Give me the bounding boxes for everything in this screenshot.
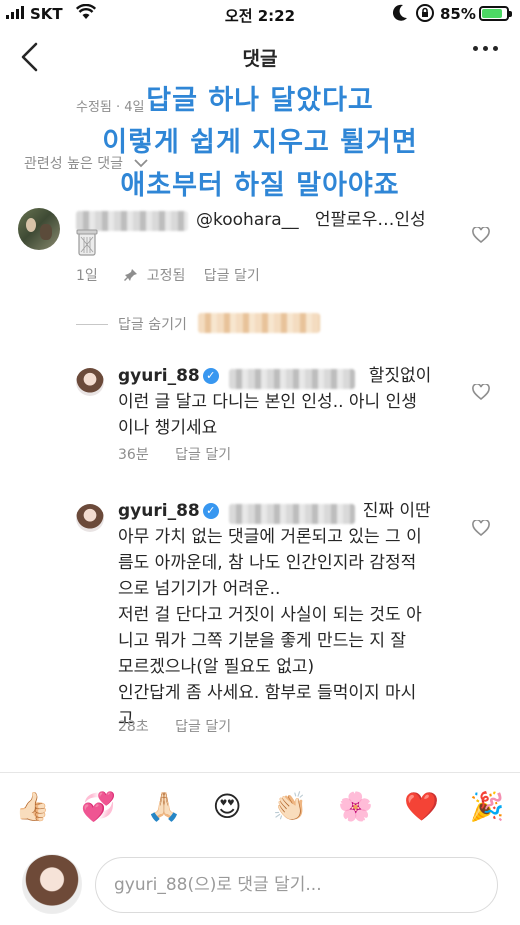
- party-popper-icon[interactable]: 🎉: [470, 790, 505, 823]
- reply-line: 으로 넘기기가 어려운..: [118, 579, 281, 599]
- avatar: [22, 854, 82, 914]
- overlay-caption-line-1: 답글 하나 달았다고: [146, 85, 374, 116]
- battery-fill: [482, 9, 502, 18]
- page-title: 댓글: [242, 48, 278, 70]
- comment-body: 언팔로우…인성: [314, 210, 426, 230]
- hide-replies-label: 답글 숨기기: [118, 317, 187, 333]
- reply-button[interactable]: 답글 달기: [175, 719, 231, 735]
- reply-line: 아무 가치 없는 댓글에 거론되고 있는 그 이: [118, 527, 422, 547]
- heart-icon[interactable]: [472, 520, 490, 536]
- moon-icon: [392, 4, 407, 21]
- overlay-caption-line-3: 애초부터 하질 말아야죠: [120, 170, 400, 201]
- redacted-text: [198, 313, 320, 333]
- battery-percent: 85%: [440, 5, 476, 23]
- mention-link[interactable]: @koohara__: [196, 210, 299, 230]
- comment-text: @koohara__ 언팔로우…인성: [196, 207, 426, 233]
- verified-badge-icon: ✓: [202, 503, 219, 519]
- reply-username[interactable]: gyuri_88: [118, 366, 200, 386]
- rotation-lock-icon: [416, 4, 434, 22]
- reply-line: 이런 글 달고 다니는 본인 인성.. 아니 인생: [118, 392, 417, 412]
- cherry-blossom-icon[interactable]: 🌸: [338, 790, 373, 823]
- reply-line: 진짜 이딴: [362, 501, 431, 521]
- redacted-username: [229, 369, 355, 389]
- hide-replies-button[interactable]: 답글 숨기기: [118, 314, 187, 334]
- heart-eyes-icon[interactable]: 😍: [213, 790, 242, 823]
- avatar[interactable]: [76, 504, 104, 532]
- avatar[interactable]: [18, 208, 60, 250]
- reply-line: 모르겠으나(알 필요도 없고): [118, 657, 315, 677]
- pinned-label: 고정됨: [146, 268, 186, 284]
- reply-meta: 36분 답글 달기: [118, 444, 231, 464]
- clapping-hands-icon[interactable]: 👏🏻: [273, 790, 308, 823]
- verified-badge-icon: ✓: [202, 368, 219, 384]
- reply-time: 28초: [118, 719, 149, 735]
- reply-text: gyuri_88 ✓ 진짜 이딴 아무 가치 없는 댓글에 거론되고 있는 그 이 …: [118, 498, 458, 732]
- reply-button[interactable]: 답글 달기: [204, 268, 260, 284]
- more-options-icon[interactable]: [473, 46, 498, 51]
- red-heart-icon[interactable]: ❤️: [404, 790, 439, 823]
- reply-line: 름도 아까운데, 참 나도 인간인지라 감정적: [118, 553, 417, 573]
- folded-hands-icon[interactable]: 🙏🏻: [147, 790, 182, 823]
- revolving-hearts-icon[interactable]: 💞: [81, 790, 116, 823]
- redacted-username: [229, 504, 355, 524]
- heart-icon[interactable]: [472, 384, 490, 400]
- hide-replies-line: [76, 324, 108, 325]
- comment-input[interactable]: [95, 857, 498, 913]
- comment-meta: 1일 고정됨 답글 달기: [76, 265, 260, 285]
- divider: [0, 772, 520, 773]
- pin-icon: [124, 269, 138, 281]
- reply-line: 이나 챙기세요: [118, 418, 218, 438]
- nav-header: 댓글: [0, 30, 520, 84]
- thumbs-up-icon[interactable]: 👍🏻: [15, 790, 50, 823]
- reply-line: 할짓없이: [368, 366, 432, 386]
- emoji-bar: 👍🏻 💞 🙏🏻 😍 👏🏻 🌸 ❤️ 🎉: [0, 790, 520, 823]
- wastebasket-icon: [76, 229, 98, 256]
- reply-meta: 28초 답글 달기: [118, 716, 231, 736]
- overlay-caption-line-2: 이렇게 쉽게 지우고 튈거면: [102, 127, 418, 158]
- reply-time: 36분: [118, 447, 149, 463]
- reply-line: 인간답게 좀 사세요. 함부로 들먹이지 마시: [118, 683, 417, 703]
- reply-button[interactable]: 답글 달기: [175, 447, 231, 463]
- avatar[interactable]: [76, 368, 104, 396]
- comment-time: 1일: [76, 268, 98, 284]
- heart-icon[interactable]: [472, 227, 490, 243]
- reply-line: 저런 걸 단다고 거짓이 사실이 되는 것도 아: [118, 605, 422, 625]
- reply-username[interactable]: gyuri_88: [118, 501, 200, 521]
- status-bar: SKT 오전 2:22 85%: [0, 0, 520, 30]
- reply-line: 니고 뭐가 그쪽 기분을 좋게 만드는 지 잘: [118, 631, 407, 651]
- battery-icon: [479, 6, 512, 21]
